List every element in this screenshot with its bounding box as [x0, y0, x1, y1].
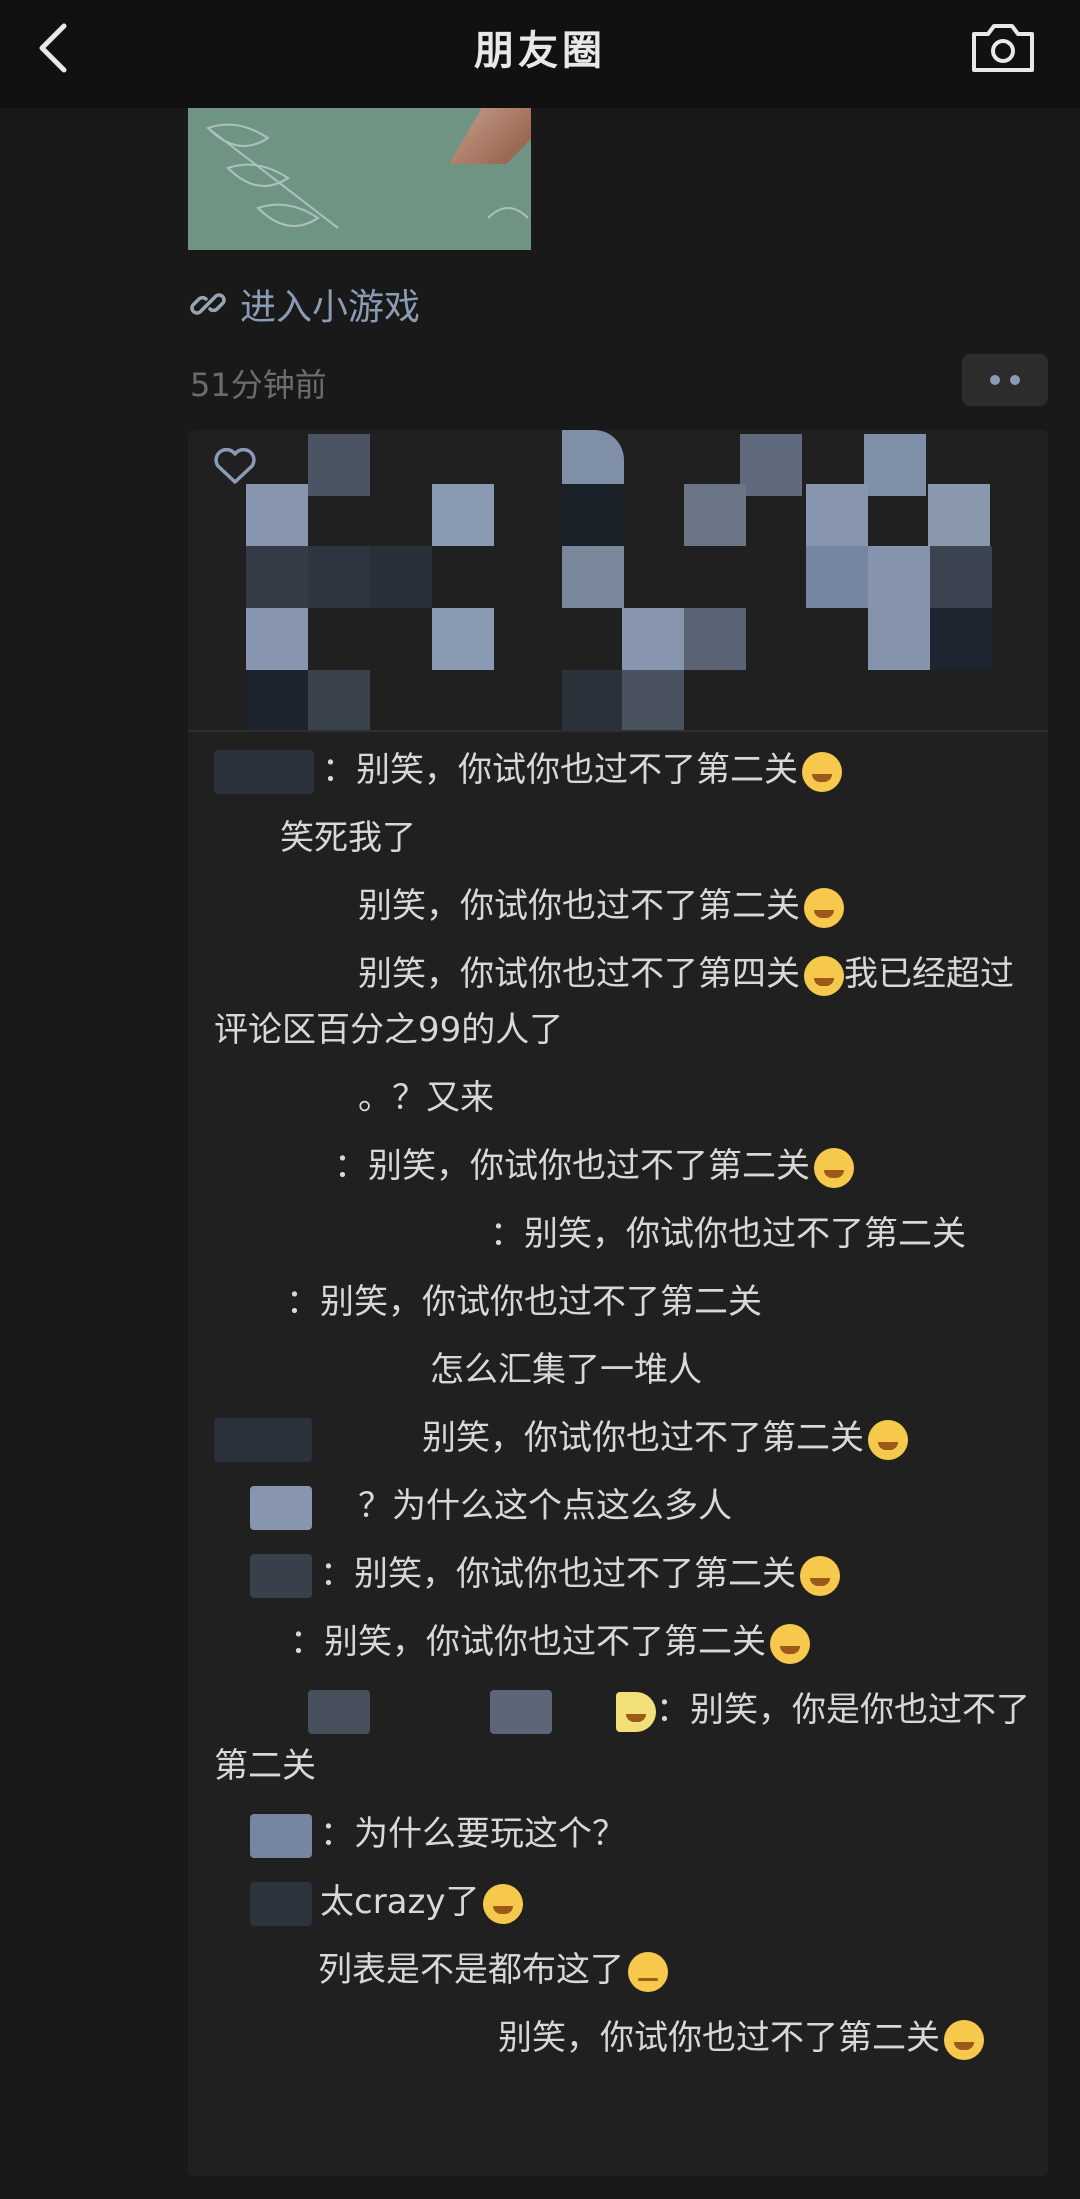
comment-text: 怎么汇集了一堆人 — [430, 1350, 702, 1390]
comment-text: 列表是不是都布这了 — [318, 1950, 624, 1990]
camera-icon[interactable] — [970, 18, 1036, 76]
likes-comments-panel: ：别笑，你试你也过不了第二关 笑死我了 别笑，你试你也过不了第二关 别笑，你试你… — [188, 430, 1048, 2176]
comment-text: ：为什么要玩这个？ — [320, 1814, 626, 1854]
avatar[interactable] — [930, 546, 992, 608]
comment-text: ：别笑，你试你也过不了第二关 — [334, 1146, 810, 1186]
avatar[interactable] — [246, 484, 308, 546]
avatar — [250, 1485, 312, 1530]
post-image[interactable] — [188, 108, 531, 250]
comment-text: ？为什么这个点这么多人 — [358, 1486, 732, 1526]
link-icon — [190, 293, 226, 315]
face-with-tears-of-joy-icon — [800, 1555, 840, 1596]
comment-item[interactable]: ：别笑，你试你也过不了第二关 — [214, 1206, 1030, 1262]
comment-item[interactable]: ：为什么要玩这个？ — [214, 1806, 1030, 1862]
comment-item[interactable]: 别笑，你试你也过不了第二关 — [214, 2010, 1030, 2066]
post-timestamp: 51分钟前 — [190, 366, 327, 404]
avatar[interactable] — [246, 546, 308, 608]
comment-item[interactable]: 别笑，你试你也过不了第四关 我已经超过评论区百分之99的人了 — [214, 946, 1030, 1058]
mini-game-link-label: 进入小游戏 — [240, 287, 421, 328]
comment-item[interactable]: 怎么汇集了一堆人 — [214, 1342, 1030, 1398]
face-with-tears-of-joy-icon — [804, 887, 844, 928]
comment-item[interactable]: ：别笑，你试你也过不了第二关 — [214, 742, 1030, 798]
comment-item[interactable]: 。？又来 — [214, 1070, 1030, 1126]
avatar — [490, 1689, 552, 1734]
avatar[interactable] — [868, 546, 930, 608]
comment-text: 太crazy了 — [320, 1882, 480, 1922]
avatar[interactable] — [308, 670, 370, 732]
avatar[interactable] — [370, 546, 432, 608]
avatar[interactable] — [562, 670, 624, 732]
avatar[interactable] — [928, 484, 990, 546]
avatar[interactable] — [432, 608, 494, 670]
comment-text: ：别笑，你试你也过不了第二关 — [286, 1282, 762, 1322]
avatar — [214, 1417, 312, 1462]
comment-item[interactable]: ：别笑，你是你也过不了第二关 — [214, 1682, 1030, 1794]
comment-text: 别笑，你试你也过不了第二关 — [422, 1418, 864, 1458]
comment-item[interactable]: 别笑，你试你也过不了第二关 — [214, 878, 1030, 934]
comment-text: 别笑，你试你也过不了第二关 — [358, 886, 800, 926]
avatar[interactable] — [806, 546, 868, 608]
face-with-tears-of-joy-icon — [814, 1147, 854, 1188]
comment-text: 。？又来 — [358, 1078, 494, 1118]
heart-icon — [214, 447, 256, 484]
top-nav-bar: 朋友圈 — [0, 0, 1080, 108]
comment-text: ：别笑，你试你也过不了第二关 — [320, 1554, 796, 1594]
comment-item[interactable]: ：别笑，你试你也过不了第二关 — [214, 1546, 1030, 1602]
comment-text: 笑死我了 — [280, 818, 416, 858]
comment-item[interactable]: 太crazy了 — [214, 1874, 1030, 1930]
face-with-tears-of-joy-icon — [944, 2019, 984, 2060]
comment-item[interactable]: ：别笑，你试你也过不了第二关 — [214, 1274, 1030, 1330]
face-with-tears-of-joy-icon — [804, 955, 844, 996]
avatar[interactable] — [308, 434, 370, 496]
comment-item[interactable]: 别笑，你试你也过不了第二关 — [214, 1410, 1030, 1466]
avatar[interactable] — [930, 608, 992, 670]
avatar — [250, 1813, 312, 1858]
avatar[interactable] — [868, 608, 930, 670]
comment-item[interactable]: 列表是不是都布这了 — [214, 1942, 1030, 1998]
avatar[interactable] — [246, 670, 308, 732]
comment-item[interactable]: ：别笑，你试你也过不了第二关 — [214, 1138, 1030, 1194]
avatar — [250, 1553, 312, 1598]
avatar[interactable] — [806, 484, 868, 546]
comment-item[interactable]: ：别笑，你试你也过不了第二关 — [214, 1614, 1030, 1670]
face-with-tears-of-joy-icon — [770, 1623, 810, 1664]
avatar[interactable] — [308, 546, 370, 608]
comment-text: ：别笑，你试你也过不了第二关 — [290, 1622, 766, 1662]
avatar[interactable] — [622, 608, 684, 670]
face-with-tears-of-joy-icon — [802, 751, 842, 792]
pensive-face-icon — [628, 1951, 668, 1992]
avatar[interactable] — [864, 434, 926, 496]
comment-text: 别笑，你试你也过不了第四关 — [358, 954, 800, 994]
comment-item[interactable]: ？为什么这个点这么多人 — [214, 1478, 1030, 1534]
avatar[interactable] — [432, 484, 494, 546]
avatar[interactable] — [246, 608, 308, 670]
page-title: 朋友圈 — [474, 28, 606, 74]
comment-item[interactable]: 笑死我了 — [214, 810, 1030, 866]
likes-list — [188, 430, 1048, 732]
more-dots-icon — [990, 375, 1000, 385]
avatar[interactable] — [562, 430, 624, 492]
more-options-button[interactable] — [962, 354, 1048, 406]
comment-text: 别笑，你试你也过不了第二关 — [498, 2018, 940, 2058]
comment-text: ：别笑，你试你也过不了第二关 — [490, 1214, 966, 1254]
divider — [188, 730, 1048, 732]
avatar — [308, 1689, 370, 1734]
avatar[interactable] — [684, 608, 746, 670]
yellow-avatar-icon — [616, 1691, 656, 1732]
face-with-tears-of-joy-icon — [483, 1883, 524, 1924]
mini-game-link[interactable]: 进入小游戏 — [190, 276, 420, 332]
comment-list: ：别笑，你试你也过不了第二关 笑死我了 别笑，你试你也过不了第二关 别笑，你试你… — [214, 742, 1030, 2078]
avatar[interactable] — [562, 546, 624, 608]
avatar — [214, 749, 314, 794]
face-with-tears-of-joy-icon — [868, 1419, 908, 1460]
comment-text: ：别笑，你试你也过不了第二关 — [322, 750, 798, 790]
avatar[interactable] — [684, 484, 746, 546]
avatar[interactable] — [562, 484, 624, 546]
avatar[interactable] — [740, 434, 802, 496]
avatar[interactable] — [622, 670, 684, 732]
avatar — [250, 1881, 312, 1926]
